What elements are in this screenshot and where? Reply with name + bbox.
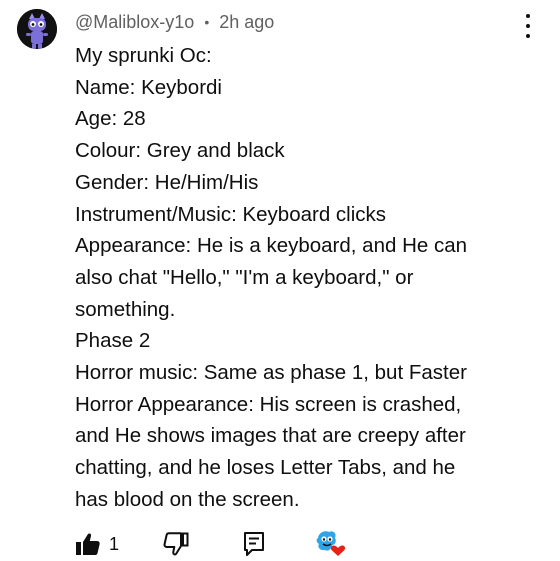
comment: @Maliblox-y1o • 2h ago My sprunki Oc: Na… <box>0 0 560 560</box>
kebab-dot <box>526 34 530 38</box>
comment-line: Age: 28 <box>75 107 146 131</box>
more-vert-icon[interactable] <box>524 14 532 38</box>
thumbs-down-outline-icon <box>163 532 189 556</box>
timestamp[interactable]: 2h ago <box>219 12 274 33</box>
username[interactable]: @Maliblox-y1o <box>75 12 194 33</box>
comment-line: My sprunki Oc: <box>75 44 212 67</box>
like-count: 1 <box>109 533 120 554</box>
comment-line: Horror music: Same as phase 1, but Faste… <box>75 361 467 385</box>
comment-line: and He shows images that are creepy afte… <box>75 424 466 448</box>
comment-text: My sprunki Oc: Name: Keybordi Age: 28 Co… <box>75 40 545 516</box>
comment-line: Colour: Grey and black <box>75 139 285 163</box>
reply-button[interactable] <box>243 529 265 559</box>
thumbs-up-filled-icon <box>76 533 100 555</box>
comment-line: Gender: He/Him/His <box>75 170 259 194</box>
kebab-dot <box>526 14 530 18</box>
comment-line: Horror Appearance: His screen is crashed… <box>75 392 462 416</box>
creator-heart-badge[interactable] <box>313 529 347 559</box>
comment-header: @Maliblox-y1o • 2h ago <box>75 9 274 35</box>
kebab-dot <box>526 24 530 28</box>
reply-icon <box>244 532 264 556</box>
like-button[interactable]: 1 <box>75 529 119 559</box>
comment-line: Name: Keybordi <box>75 75 222 99</box>
dislike-button[interactable] <box>163 529 189 559</box>
avatar-image <box>17 9 57 49</box>
avatar[interactable] <box>17 9 57 49</box>
hearted-avatar-icon <box>314 530 346 556</box>
comment-line: Appearance: He is a keyboard, and He can <box>75 234 468 258</box>
comment-actions: 1 <box>75 529 375 561</box>
comment-line: something. <box>75 297 176 321</box>
comment-line: chatting, and he loses Letter Tabs, and … <box>75 456 456 480</box>
comment-line: has blood on the screen. <box>75 487 300 511</box>
comment-line: Phase 2 <box>75 329 151 353</box>
separator-dot: • <box>204 14 210 30</box>
comment-line: Instrument/Music: Keyboard clicks <box>75 202 387 226</box>
comment-line: also chat "Hello," "I'm a keyboard," or <box>75 265 414 289</box>
